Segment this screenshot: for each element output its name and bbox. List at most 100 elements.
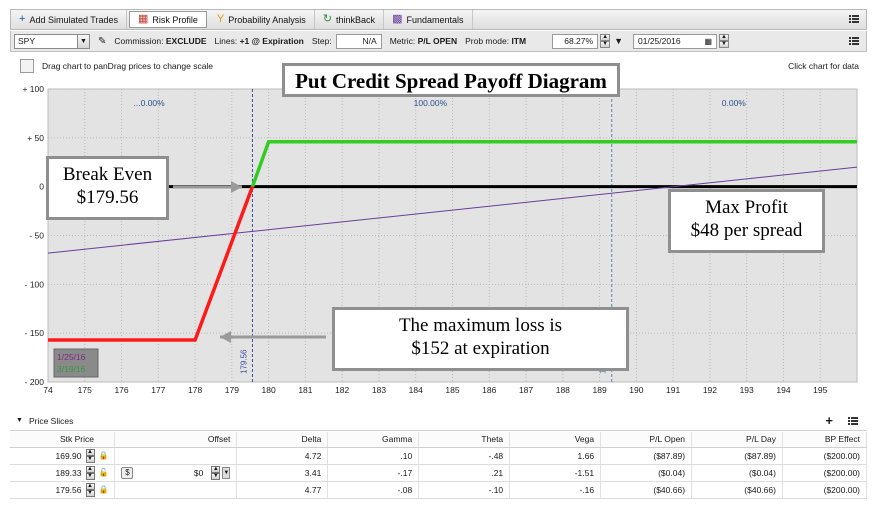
max-loss-value: $152 at expiration [411, 337, 550, 359]
max-loss-label: The maximum loss is [398, 315, 563, 336]
commission-setting[interactable]: Commission: EXCLUDE [114, 36, 206, 46]
price-stepper[interactable]: ▲ ▼ [85, 482, 95, 497]
settings-toolbar: SPY ▼ ✎ Commission: EXCLUDE Lines: +1 @ … [10, 31, 867, 52]
chevron-down-icon: ▼ [77, 34, 89, 48]
risk-profile-icon: ▦ [138, 13, 149, 25]
legend-entry: 3/19/16 [57, 364, 86, 374]
date-input[interactable]: 01/25/2016 ▦ [633, 33, 717, 49]
x-tick-label: 190 [629, 385, 643, 395]
pl-open-cell: ($87.89) [600, 447, 693, 465]
x-tick-label: 74 [43, 385, 53, 395]
stk-price-cell: 179.56 ▲ ▼ 🔒 [10, 481, 116, 499]
chart-title-callout: Put Credit Spread Payoff Diagram [282, 63, 620, 97]
lock-icon[interactable]: 🔒 [99, 451, 109, 460]
metric-setting[interactable]: Metric: P/L OPEN [390, 36, 457, 46]
x-tick-label: 179 [225, 385, 239, 395]
tab-label: Add Simulated Trades [29, 14, 118, 25]
chart-click-hint: Click chart for data [788, 61, 859, 71]
unlock-icon[interactable]: 🔓 [99, 468, 109, 477]
price-stepper[interactable]: ▲ ▼ [85, 465, 95, 480]
probability-region-label: 0.00% [722, 98, 747, 108]
y-tick-label: - 150 [25, 328, 45, 338]
gamma-cell: -.17 [327, 464, 420, 482]
x-tick-label: 180 [262, 385, 276, 395]
y-tick-label: + 50 [27, 133, 44, 143]
offset-cell [114, 447, 238, 465]
column-header: Offset [114, 432, 238, 448]
break-even-callout: Break Even $179.56 [46, 156, 169, 220]
bp-effect-cell: ($200.00) [782, 464, 868, 482]
volatility-input[interactable]: 68.27% [552, 33, 599, 49]
symbol-select[interactable]: SPY ▼ [14, 33, 90, 49]
date-value: 01/25/2016 [638, 36, 681, 46]
column-header: Theta [418, 432, 511, 448]
x-tick-label: 193 [740, 385, 754, 395]
chevron-down-icon[interactable]: ▼ [614, 36, 623, 46]
tab-thinkback[interactable]: ↻ thinkBack [315, 10, 385, 29]
y-tick-label: - 200 [25, 377, 45, 387]
calendar-icon[interactable]: ▦ [704, 37, 712, 46]
dollar-icon[interactable]: $ [121, 466, 134, 479]
vega-cell: -1.51 [509, 464, 602, 482]
column-header: Stk Price [10, 432, 116, 448]
chevron-down-icon[interactable]: ▼ [16, 417, 23, 424]
add-slice-icon[interactable]: + [825, 413, 833, 428]
probability-region-label: ...0.00% [134, 98, 166, 108]
table-row: 179.56 ▲ ▼ 🔒 4.77 -.08 -.10 -.16 ($40.66)… [10, 481, 868, 499]
max-profit-callout: Max Profit $48 per spread [668, 189, 825, 253]
price-slices-table: Stk Price Offset Delta Gamma Theta Vega … [10, 432, 868, 499]
tab-label: Risk Profile [152, 14, 198, 25]
x-tick-label: 188 [556, 385, 570, 395]
lines-setting[interactable]: Lines: +1 @ Expiration [215, 36, 304, 46]
pl-day-cell: ($40.66) [691, 481, 783, 499]
fundamentals-icon: ▩ [392, 13, 403, 25]
gamma-cell: .10 [327, 447, 420, 465]
lock-icon[interactable]: 🔒 [99, 485, 109, 494]
break-even-label: Break Even [62, 164, 153, 185]
metric-value: P/L OPEN [417, 36, 458, 46]
x-tick-label: 187 [519, 385, 533, 395]
offset-value[interactable]: $0 [133, 468, 207, 478]
column-header: Gamma [327, 432, 420, 448]
chart-hint: Drag chart to panDrag prices to change s… [42, 61, 214, 71]
pl-open-cell: ($0.04) [600, 464, 693, 482]
hamburger-menu-icon[interactable] [848, 13, 860, 25]
vega-cell: -.16 [509, 481, 602, 499]
pl-day-cell: ($87.89) [691, 447, 783, 465]
column-header: Vega [509, 432, 602, 448]
tab-fundamentals[interactable]: ▩ Fundamentals [384, 10, 473, 29]
offset-cell: $ $0 ▲ ▼ ▼ [114, 464, 238, 482]
prob-mode-value: ITM [511, 36, 527, 46]
link-icon[interactable]: ✎ [98, 36, 106, 47]
metric-label: Metric: [389, 36, 416, 46]
stk-price-value: 179.56 [55, 484, 82, 495]
chevron-down-icon[interactable]: ▼ [222, 466, 231, 479]
chart-settings-icon[interactable] [20, 59, 34, 73]
column-header: BP Effect [782, 432, 868, 448]
volatility-stepper[interactable]: ▲ ▼ [600, 34, 611, 48]
price-stepper[interactable]: ▲ ▼ [85, 448, 95, 463]
commission-value: EXCLUDE [165, 36, 207, 46]
date-stepper[interactable]: ▲ ▼ [719, 34, 729, 48]
pl-day-cell: ($0.04) [691, 464, 783, 482]
prob-mode-setting[interactable]: Prob mode: ITM [465, 36, 526, 46]
hamburger-menu-icon[interactable] [847, 415, 859, 427]
volatility-value: 68.27% [564, 36, 594, 46]
column-header: Delta [236, 432, 329, 448]
stk-price-cell: 169.90 ▲ ▼ 🔒 [10, 447, 116, 465]
x-tick-label: 178 [188, 385, 202, 395]
vega-cell: 1.66 [509, 447, 602, 465]
stk-price-value: 189.33 [55, 467, 82, 478]
tab-probability-analysis[interactable]: Y Probability Analysis [209, 10, 315, 29]
step-input[interactable]: N/A [335, 33, 382, 49]
probability-region-label: 100.00% [414, 98, 448, 108]
gamma-cell: -.08 [327, 481, 420, 499]
offset-stepper[interactable]: ▲ ▼ [211, 465, 221, 480]
tab-risk-profile[interactable]: ▦ Risk Profile [129, 11, 207, 28]
tab-label: Probability Analysis [228, 14, 306, 25]
price-slices-header: ▼ Price Slices + [10, 411, 867, 431]
tab-add-simulated-trades[interactable]: + Add Simulated Trades [11, 10, 127, 29]
x-tick-label: 185 [445, 385, 459, 395]
hamburger-menu-icon[interactable] [848, 35, 860, 47]
y-tick-label: 0 [39, 182, 44, 192]
